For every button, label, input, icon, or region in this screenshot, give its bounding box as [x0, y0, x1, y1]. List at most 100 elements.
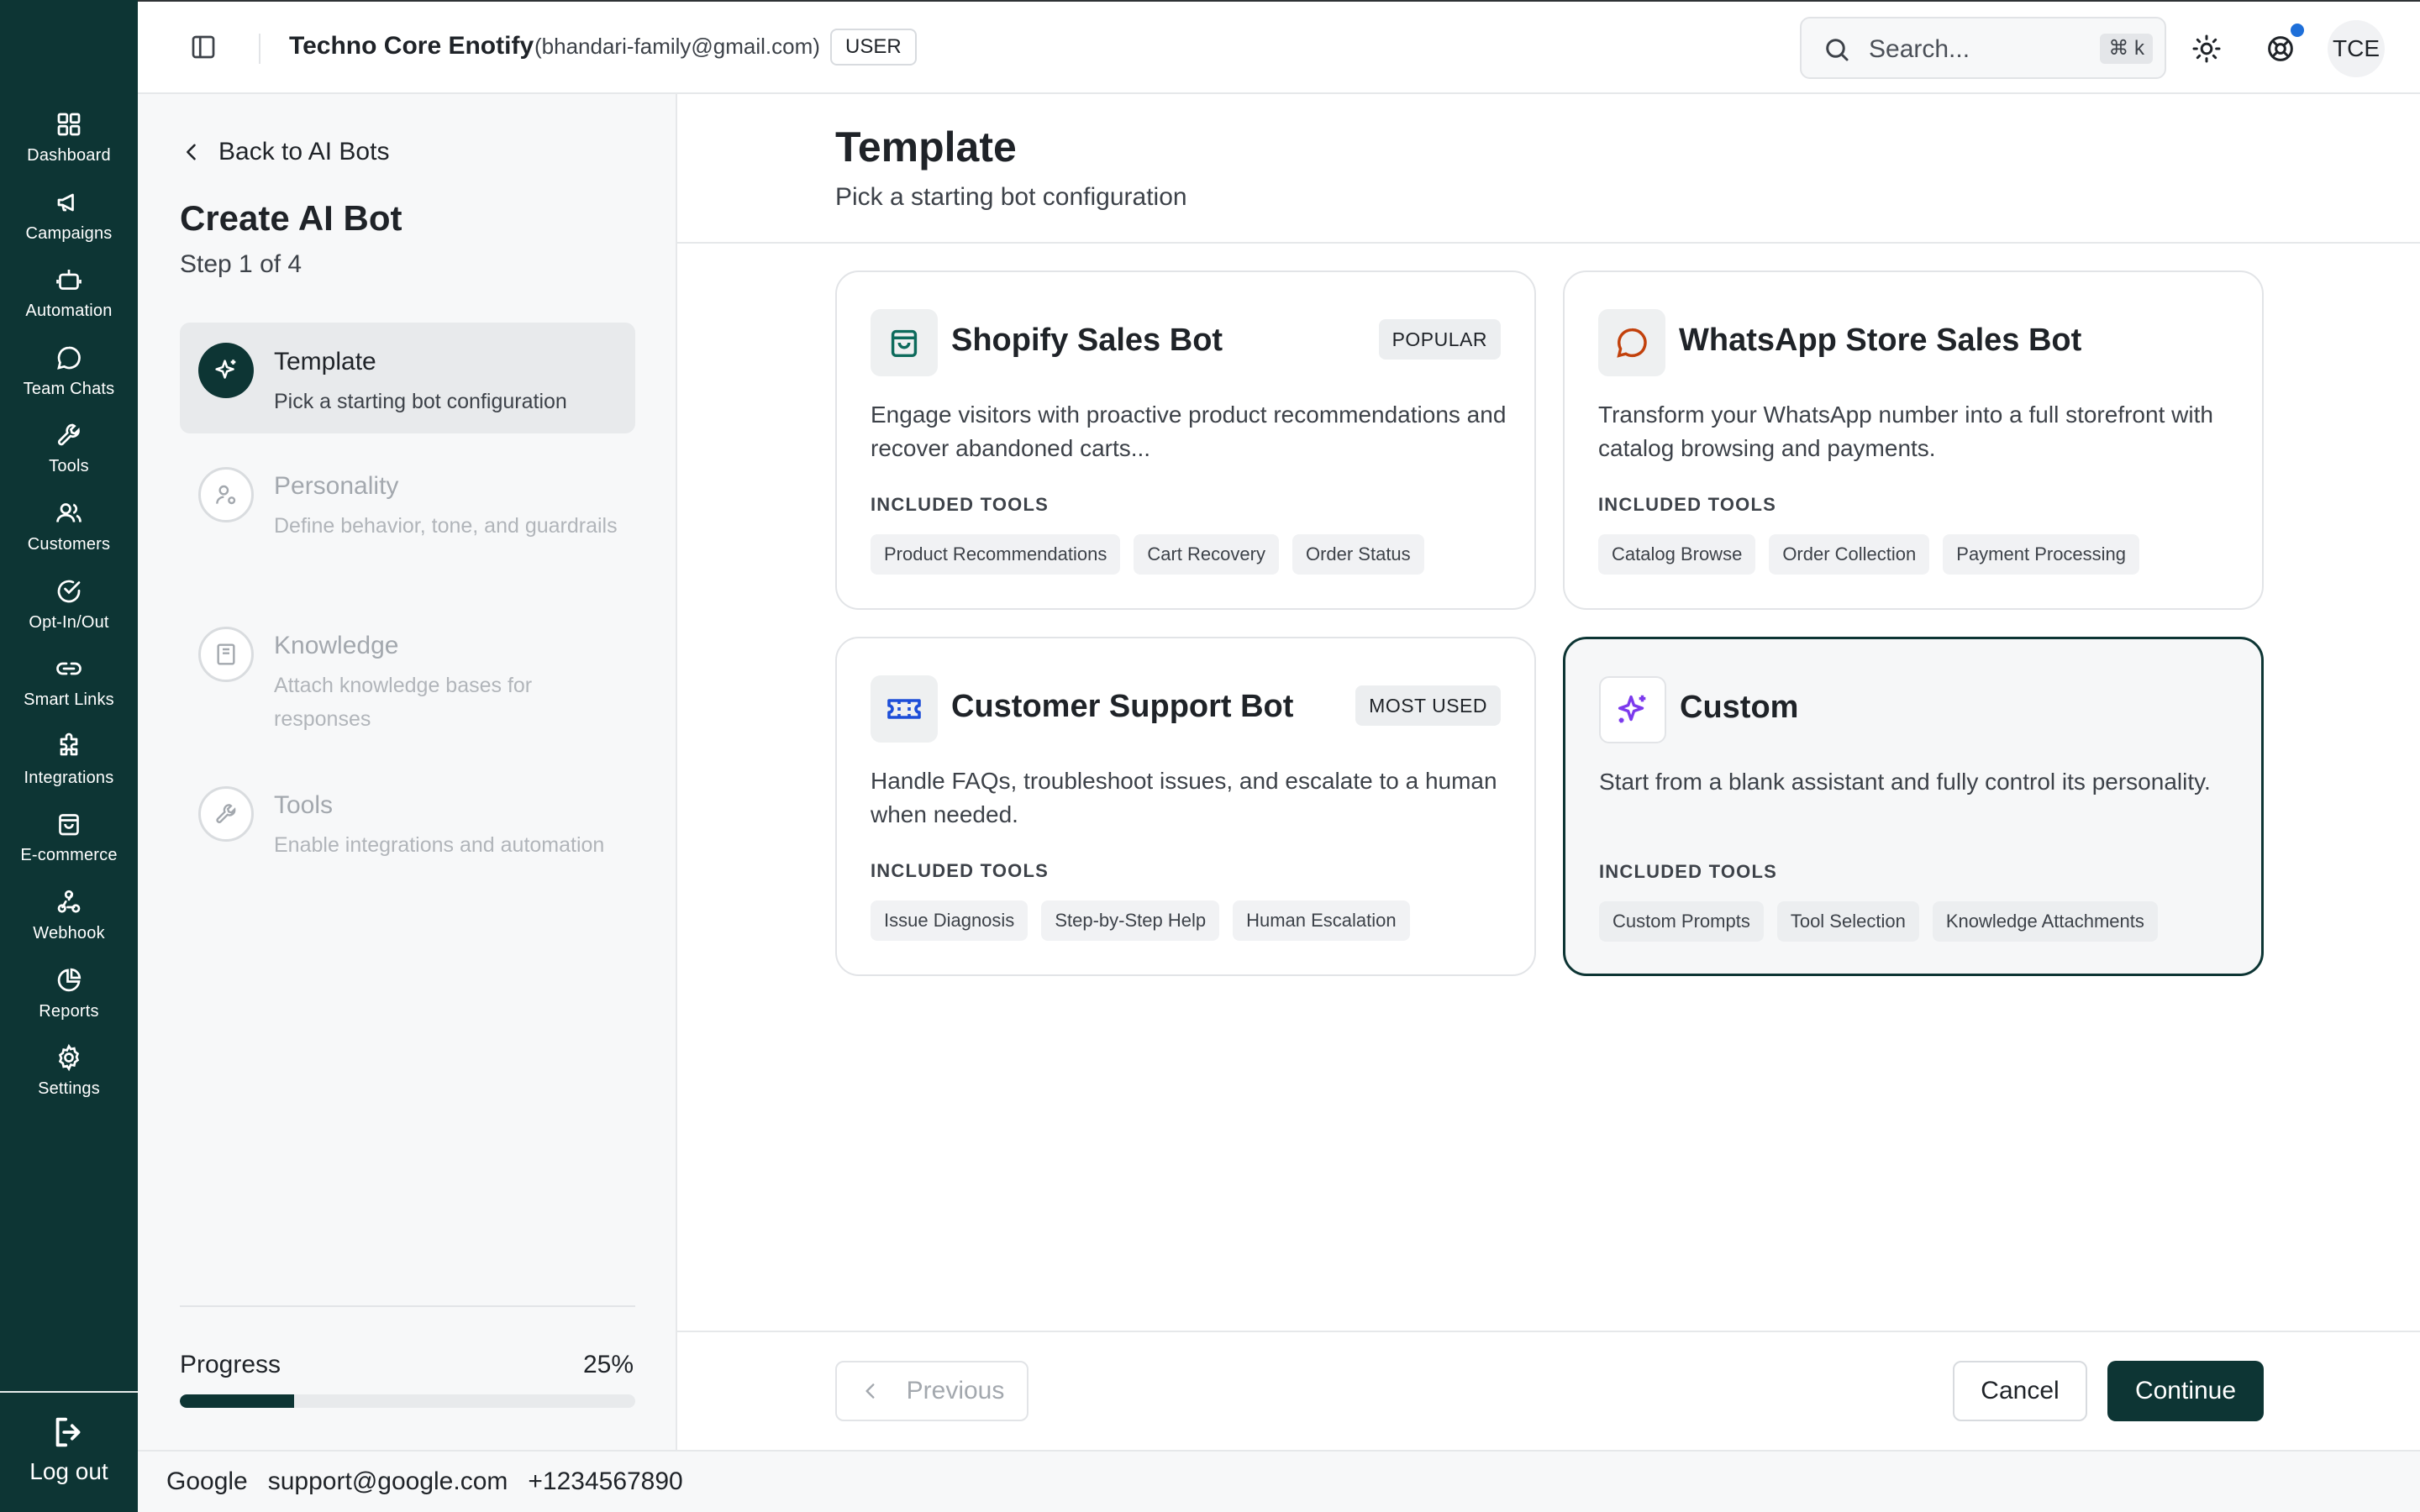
nav-item-dashboard[interactable]: Dashboard: [0, 109, 138, 187]
template-description: Engage visitors with proactive product r…: [871, 402, 1507, 461]
search-shortcut: ⌘ k: [2100, 34, 2153, 64]
user-cog-icon: [216, 485, 236, 505]
popular-badge: POPULAR: [1378, 319, 1501, 360]
org-name: Techno Core Enotify: [289, 32, 534, 60]
nav-label: Webhook: [33, 923, 105, 942]
nav-item-settings[interactable]: Settings: [0, 1042, 138, 1121]
nav-item-webhook[interactable]: Webhook: [0, 887, 138, 965]
nav-item-customers[interactable]: Customers: [0, 498, 138, 576]
section-title: Template: [835, 123, 1017, 171]
step-desc: Enable integrations and automation: [274, 833, 605, 857]
role-badge: USER: [830, 29, 917, 66]
footer-email[interactable]: support@google.com: [268, 1467, 508, 1496]
step-icon: [198, 627, 254, 682]
search-input[interactable]: Search... ⌘ k: [1800, 17, 2166, 79]
included-tools-label: INCLUDED TOOLS: [871, 494, 1049, 515]
tool-chip: Product Recommendations: [871, 534, 1121, 575]
progress-percent: 25%: [582, 1351, 634, 1378]
template-title: WhatsApp Store Sales Bot: [1679, 323, 2082, 358]
grid-icon: [57, 113, 81, 136]
template-card-whatsapp-store-sales-bot[interactable]: WhatsApp Store Sales Bot Transform your …: [1563, 270, 2264, 610]
sparkles-icon: [215, 360, 236, 379]
nav-item-reports[interactable]: Reports: [0, 965, 138, 1043]
cancel-button[interactable]: Cancel: [1953, 1361, 2087, 1421]
nav-items: Dashboard Campaigns Automation Team Chat…: [0, 109, 138, 1121]
topbar-divider: [259, 34, 260, 64]
step-counter: Step 1 of 4: [180, 250, 302, 278]
pie-chart-icon: [57, 968, 82, 991]
continue-button[interactable]: Continue: [2107, 1361, 2264, 1421]
app-footer: Google support@google.com +1234567890: [138, 1450, 2420, 1512]
search-placeholder: Search...: [1869, 35, 1970, 63]
chat-bubble-icon: [57, 346, 81, 370]
nav-label: Tools: [49, 457, 89, 476]
step-title: Template: [274, 348, 376, 375]
nav-rail: Dashboard Campaigns Automation Team Chat…: [0, 0, 138, 1512]
step-desc: Define behavior, tone, and guardrails: [274, 514, 618, 538]
tool-chip: Step-by-Step Help: [1041, 900, 1220, 941]
ticket-icon: [887, 699, 921, 719]
logout-button[interactable]: Log out: [0, 1413, 138, 1485]
nav-label: Customers: [27, 534, 111, 554]
nav-item-automation[interactable]: Automation: [0, 265, 138, 343]
nav-item-smart-links[interactable]: Smart Links: [0, 654, 138, 732]
nav-item-tools[interactable]: Tools: [0, 420, 138, 498]
back-to-ai-bots-link[interactable]: Back to AI Bots: [180, 138, 389, 166]
template-card-custom[interactable]: Custom Start from a blank assistant and …: [1563, 637, 2264, 976]
template-card-shopify-sales-bot[interactable]: Shopify Sales Bot POPULAR Engage visitor…: [835, 270, 1536, 610]
template-title: Custom: [1680, 690, 1799, 725]
previous-label: Previous: [906, 1377, 1005, 1404]
nav-label: Automation: [25, 302, 113, 321]
included-tools-label: INCLUDED TOOLS: [1599, 861, 1777, 882]
most-used-badge: MOST USED: [1355, 685, 1501, 726]
tool-chip: Payment Processing: [1943, 534, 2140, 575]
tool-chip: Order Collection: [1769, 534, 1930, 575]
template-title: Customer Support Bot: [951, 689, 1294, 724]
footer-phone[interactable]: +1234567890: [528, 1467, 682, 1496]
included-tools-list: Issue Diagnosis Step-by-Step Help Human …: [871, 900, 1410, 941]
chevron-left-icon: [187, 144, 196, 160]
nav-label: Integrations: [24, 768, 114, 787]
chevron-left-icon: [865, 1383, 875, 1399]
step-title: Knowledge: [274, 632, 399, 659]
tool-chip: Tool Selection: [1776, 901, 1919, 942]
shopping-bag-icon: [891, 329, 918, 358]
included-tools-label: INCLUDED TOOLS: [871, 860, 1049, 881]
included-tools-list: Product Recommendations Cart Recovery Or…: [871, 534, 1424, 575]
template-icon: [1599, 676, 1666, 743]
tool-chip: Catalog Browse: [1598, 534, 1756, 575]
step-title: Personality: [274, 472, 399, 500]
nav-item-team-chats[interactable]: Team Chats: [0, 343, 138, 421]
previous-button[interactable]: Previous: [835, 1361, 1028, 1421]
progress-bar-fill: [180, 1394, 294, 1408]
template-card-customer-support-bot[interactable]: Customer Support Bot MOST USED Handle FA…: [835, 637, 1536, 976]
nav-divider: [0, 1391, 138, 1393]
tool-chip: Human Escalation: [1233, 900, 1410, 941]
gear-icon: [58, 1043, 80, 1072]
sidebar-toggle-icon[interactable]: [188, 32, 218, 62]
logout-icon: [55, 1417, 81, 1447]
logout-label: Log out: [29, 1458, 108, 1484]
nav-item-e-commerce[interactable]: E-commerce: [0, 809, 138, 887]
progress-label: Progress: [180, 1351, 281, 1378]
avatar[interactable]: TCE: [2328, 20, 2385, 77]
sun-icon[interactable]: [2190, 32, 2223, 66]
step-template[interactable]: Template Pick a starting bot configurati…: [180, 323, 635, 433]
search-icon: [1826, 39, 1849, 61]
step-tools[interactable]: Tools Enable integrations and automation: [180, 766, 635, 875]
nav-item-integrations[interactable]: Integrations: [0, 732, 138, 810]
nav-item-opt-in-out[interactable]: Opt-In/Out: [0, 576, 138, 654]
nav-label: Settings: [38, 1079, 100, 1099]
top-bar: Techno Core Enotify (bhandari-family@gma…: [138, 0, 2420, 94]
step-personality[interactable]: Personality Define behavior, tone, and g…: [180, 447, 635, 590]
users-icon: [56, 503, 82, 522]
nav-item-campaigns[interactable]: Campaigns: [0, 187, 138, 265]
template-icon: [871, 675, 938, 743]
included-tools-label: INCLUDED TOOLS: [1598, 494, 1776, 515]
tool-chip: Cart Recovery: [1134, 534, 1279, 575]
help-lifebuoy-icon[interactable]: [2264, 32, 2297, 66]
tool-chip: Order Status: [1292, 534, 1424, 575]
step-knowledge[interactable]: Knowledge Attach knowledge bases for res…: [180, 606, 635, 749]
included-tools-list: Catalog Browse Order Collection Payment …: [1598, 534, 2140, 575]
section-subtitle: Pick a starting bot configuration: [835, 183, 1187, 211]
